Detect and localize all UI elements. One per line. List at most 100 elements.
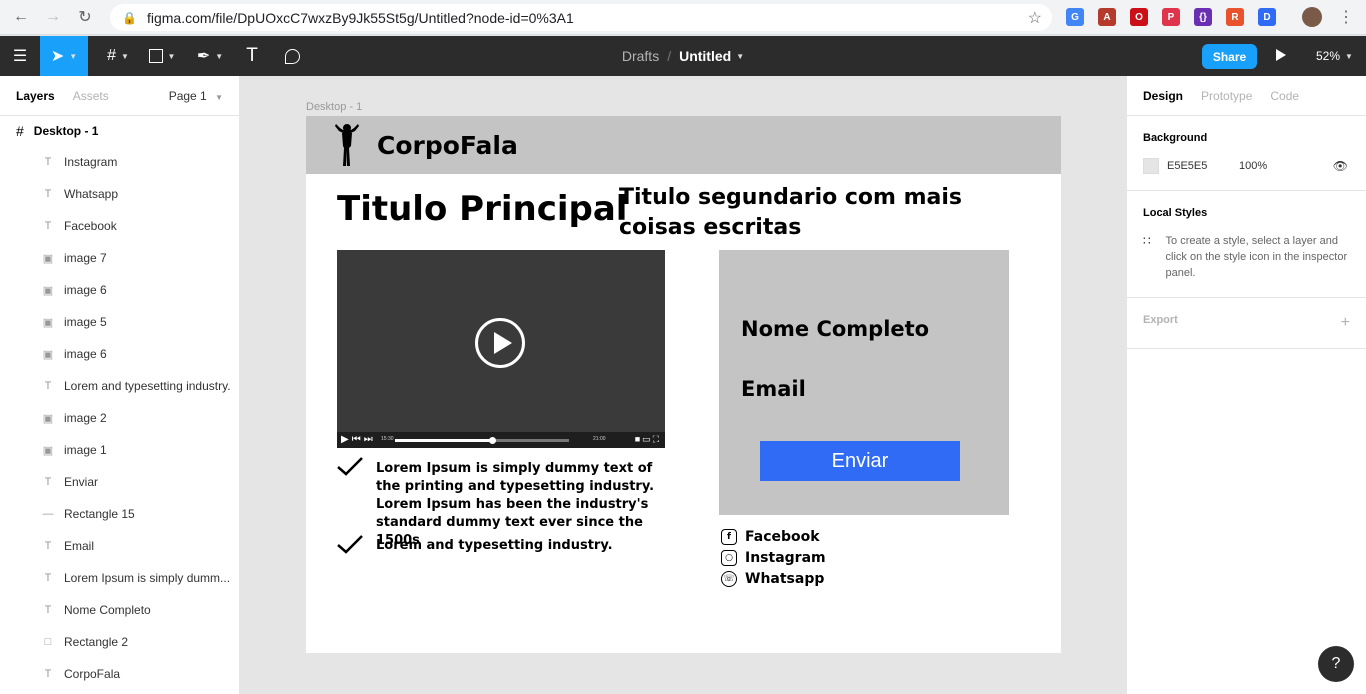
playback-controls-icon[interactable]: ▶⏮⏭ [341, 434, 376, 445]
text-layer-icon: T [44, 604, 52, 616]
volume-fullscreen-icon[interactable]: ■▭⛶ [635, 434, 661, 445]
zoom-select[interactable]: 52% ▼ [1316, 36, 1353, 76]
eye-icon[interactable]: 👁 [1333, 159, 1348, 173]
layer-item[interactable]: ▣ image 6 [0, 338, 239, 370]
social-instagram[interactable]: ○ Instagram [721, 547, 826, 568]
video-player[interactable]: ▶⏮⏭ 15:30 21:00 ■▭⛶ [337, 250, 665, 448]
pocket-icon[interactable]: P [1162, 8, 1180, 26]
opera-icon[interactable]: O [1130, 8, 1148, 26]
video-time-left: 15:30 [381, 436, 394, 442]
text-layer-icon: T [44, 188, 52, 200]
background-fill-row[interactable]: E5E5E5 100% 👁 [1143, 158, 1350, 174]
frame-title[interactable]: Desktop - 1 [306, 101, 362, 113]
move-tool-button[interactable]: ➤ ▼ [40, 36, 88, 76]
translate-icon[interactable]: G [1066, 8, 1084, 26]
chevron-down-icon: ▼ [215, 51, 224, 61]
chevron-down-icon: ▼ [69, 51, 78, 61]
layer-item[interactable]: ▣ image 6 [0, 274, 239, 306]
layer-frame[interactable]: # Desktop - 1 [0, 116, 239, 146]
brand-name: CorpoFala [377, 131, 518, 160]
plus-icon[interactable]: + [1341, 314, 1350, 332]
layer-item[interactable]: ▣ image 7 [0, 242, 239, 274]
layer-label: Email [64, 539, 95, 553]
facebook-icon: f [721, 528, 737, 545]
pdf-icon[interactable]: A [1098, 8, 1116, 26]
tab-code[interactable]: Code [1270, 89, 1299, 103]
layer-item[interactable]: ▣ image 5 [0, 306, 239, 338]
address-bar[interactable]: 🔒 figma.com/file/DpUOxcC7wxzBy9Jk55St5g/… [110, 4, 1052, 31]
whatsapp-icon: ☏ [721, 570, 737, 587]
layer-item[interactable]: T Lorem Ipsum is simply dumm... [0, 562, 239, 594]
text-icon: T [246, 45, 258, 66]
layer-item[interactable]: T Whatsapp [0, 178, 239, 210]
main-title: Titulo Principal [337, 189, 628, 229]
social-label: Whatsapp [745, 570, 825, 587]
social-label: Instagram [745, 549, 826, 566]
secondary-title: Titulo segundario com mais coisas escrit… [619, 185, 963, 240]
tab-prototype[interactable]: Prototype [1201, 89, 1252, 103]
layer-item[interactable]: — Rectangle 15 [0, 498, 239, 530]
desktop-frame[interactable]: CorpoFala Titulo Principal Titulo segund… [306, 116, 1061, 653]
frame-layer-label: Desktop - 1 [33, 124, 99, 138]
layer-item[interactable]: T Enviar [0, 466, 239, 498]
file-title[interactable]: Untitled [679, 48, 731, 64]
layer-item[interactable]: T Instagram [0, 146, 239, 178]
frame-tool-button[interactable]: # ▼ [100, 36, 136, 76]
canvas[interactable]: Desktop - 1 CorpoFala Titulo Principal T… [240, 76, 1126, 694]
tab-assets[interactable]: Assets [73, 89, 109, 103]
layer-label: image 2 [64, 411, 107, 425]
layer-item[interactable]: ▣ image 1 [0, 434, 239, 466]
layer-label: Facebook [64, 219, 117, 233]
layer-item[interactable]: T Facebook [0, 210, 239, 242]
drafts-link[interactable]: Drafts [622, 48, 659, 64]
shape-tool-button[interactable]: ▼ [144, 36, 180, 76]
text-tool-button[interactable]: T [240, 36, 264, 76]
site-header[interactable]: CorpoFala [306, 116, 1061, 174]
forward-icon[interactable]: → [42, 6, 64, 28]
layer-item[interactable]: T Nome Completo [0, 594, 239, 626]
present-play-icon[interactable] [1276, 49, 1286, 61]
comment-tool-button[interactable] [280, 36, 304, 76]
local-styles-section: Local Styles ∷ To create a style, select… [1127, 191, 1366, 298]
browser-toolbar: ← → ↻ 🔒 figma.com/file/DpUOxcC7wxzBy9Jk5… [0, 0, 1366, 35]
page-select[interactable]: Page 1 ▼ [169, 89, 223, 103]
social-facebook[interactable]: f Facebook [721, 526, 820, 547]
chevron-down-icon[interactable]: ▼ [736, 52, 744, 61]
layer-label: Rectangle 15 [64, 507, 135, 521]
background-opacity[interactable]: 100% [1239, 160, 1267, 172]
color-swatch[interactable] [1143, 158, 1159, 174]
back-icon[interactable]: ← [10, 6, 32, 28]
video-progress-knob[interactable] [489, 437, 497, 444]
tab-design[interactable]: Design [1143, 89, 1183, 103]
send-button[interactable]: Enviar [760, 441, 960, 481]
export-row: Export + [1143, 314, 1350, 332]
profile-avatar[interactable] [1302, 7, 1322, 27]
layer-list: T Instagram T Whatsapp T Facebook ▣ image 7 ▣ ima… [0, 146, 239, 690]
background-hex[interactable]: E5E5E5 [1167, 160, 1239, 172]
tab-layers[interactable]: Layers [16, 89, 55, 103]
json-icon[interactable]: {} [1194, 8, 1212, 26]
layer-item[interactable]: ▣ image 2 [0, 402, 239, 434]
layer-label: Whatsapp [64, 187, 119, 201]
breadcrumb-separator: / [667, 48, 672, 64]
bookmark-star-icon[interactable]: ☆ [1028, 8, 1042, 28]
browser-menu-icon[interactable]: ⋮ [1338, 7, 1354, 27]
share-button[interactable]: Share [1202, 44, 1257, 69]
style-grid-icon: ∷ [1143, 234, 1151, 248]
layer-item[interactable]: □ Rectangle 2 [0, 626, 239, 658]
reload-icon[interactable]: ↻ [74, 6, 96, 28]
pen-tool-button[interactable]: ✒ ▼ [192, 36, 228, 76]
layers-panel: Layers Assets Page 1 ▼ # Desktop - 1 T In… [0, 76, 240, 694]
layer-item[interactable]: T CorpoFala [0, 658, 239, 690]
contact-form[interactable]: Nome Completo Email Enviar [719, 250, 1009, 515]
layer-item[interactable]: T Email [0, 530, 239, 562]
social-whatsapp[interactable]: ☏ Whatsapp [721, 568, 824, 589]
chevron-down-icon: ▼ [167, 51, 176, 61]
layer-item[interactable]: T Lorem and typesetting industry. [0, 370, 239, 402]
video-progress-bar[interactable] [395, 437, 569, 444]
help-button[interactable]: ? [1318, 646, 1354, 682]
play-circle-icon[interactable] [475, 318, 525, 368]
screen-icon[interactable]: D [1258, 8, 1276, 26]
main-menu-icon[interactable]: ☰ [8, 36, 32, 76]
rocket-icon[interactable]: R [1226, 8, 1244, 26]
